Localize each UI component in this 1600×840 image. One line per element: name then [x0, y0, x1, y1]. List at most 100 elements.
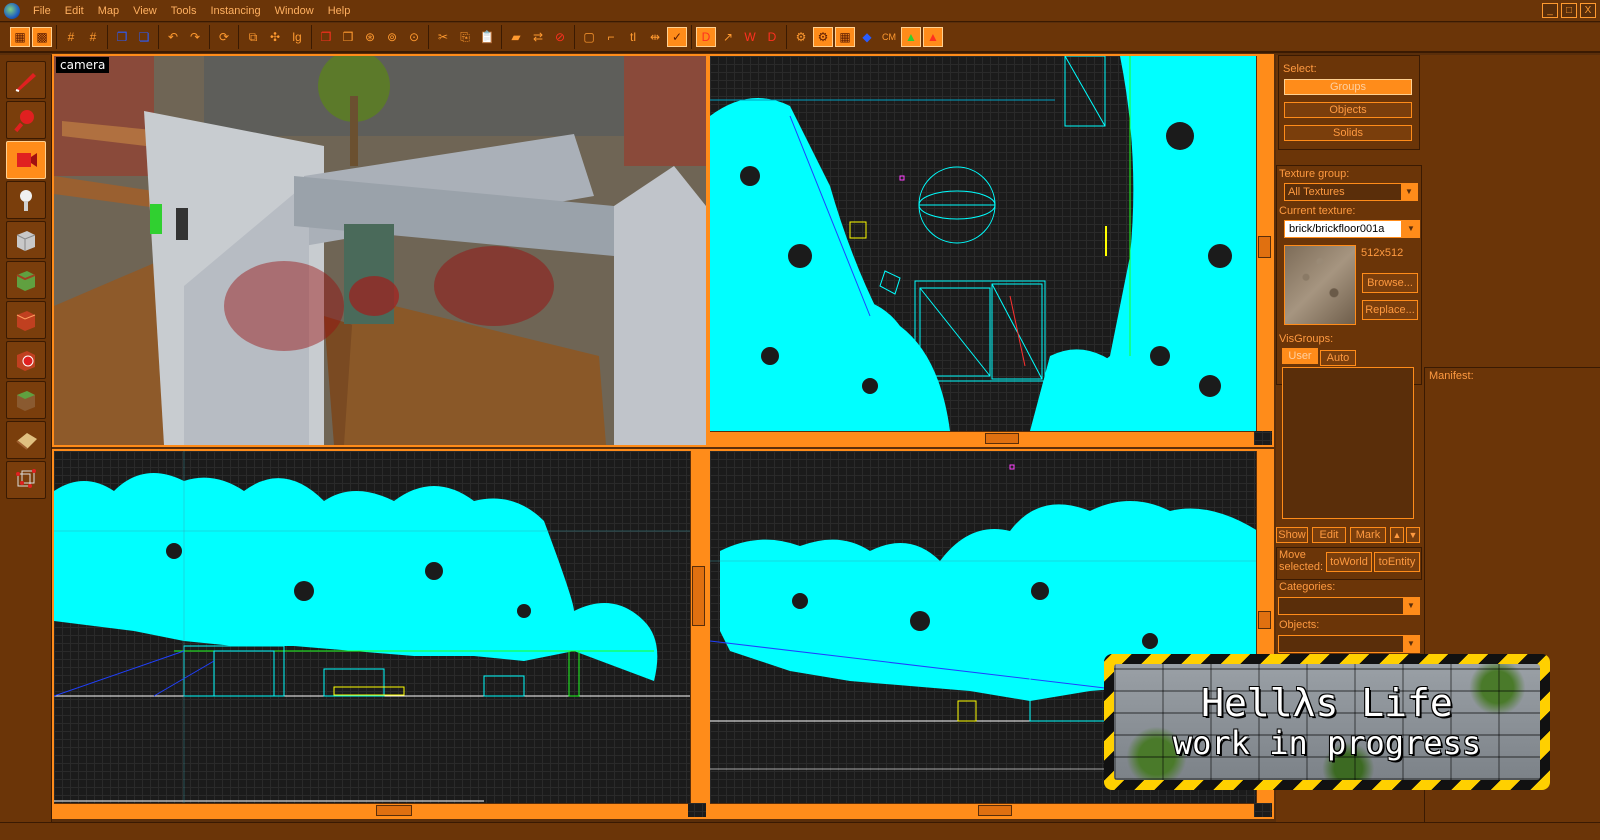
current-texture-dropdown[interactable]: ▼	[1402, 220, 1420, 238]
side-horizontal-scrollbar[interactable]	[710, 803, 1254, 817]
move-up-icon[interactable]: ▲	[1390, 527, 1404, 543]
replace-button[interactable]: Replace...	[1362, 300, 1418, 320]
cm-icon[interactable]: CM	[879, 27, 899, 47]
selection-tool-button[interactable]	[6, 61, 46, 99]
minimize-button[interactable]: _	[1542, 3, 1558, 18]
menu-tools[interactable]: Tools	[164, 5, 204, 17]
texture-lock-icon[interactable]: ▰	[506, 27, 526, 47]
camera-viewport[interactable]: camera	[52, 54, 708, 447]
front-vertical-scrollbar[interactable]	[690, 451, 706, 803]
chevron-down-icon[interactable]: ▼	[1401, 184, 1417, 200]
front-2d-viewport[interactable]	[52, 449, 708, 819]
magnify-tool-button[interactable]	[6, 101, 46, 139]
copy2-icon[interactable]: ⎘	[455, 27, 475, 47]
visgroup-mark-button[interactable]: Mark	[1350, 527, 1386, 543]
decal-tool-button[interactable]	[6, 341, 46, 379]
align-icon[interactable]: ⇹	[645, 27, 665, 47]
stop-icon[interactable]: ⊘	[550, 27, 570, 47]
paste-icon[interactable]: ❏	[134, 27, 154, 47]
chevron-down-icon[interactable]: ▼	[1403, 221, 1419, 237]
select-box-icon[interactable]: ▢	[579, 27, 599, 47]
grid-larger-icon[interactable]: #	[83, 27, 103, 47]
dd-icon[interactable]: D	[696, 27, 716, 47]
current-texture-field[interactable]: brick/brickfloor001a	[1284, 220, 1402, 238]
browse-button[interactable]: Browse...	[1362, 273, 1418, 293]
ungroup-icon[interactable]: ❒	[338, 27, 358, 47]
texture-application-button[interactable]	[6, 261, 46, 299]
tl-icon[interactable]: tl	[623, 27, 643, 47]
clipping-tool-button[interactable]	[6, 421, 46, 459]
load-portalfile-icon[interactable]: ▲	[923, 27, 943, 47]
paste2-icon[interactable]: 📋	[477, 27, 497, 47]
redo-icon[interactable]: ↷	[185, 27, 205, 47]
tie-icon[interactable]: ⊛	[360, 27, 380, 47]
tab-user[interactable]: User	[1282, 348, 1318, 364]
hammer-app-icon[interactable]	[4, 2, 20, 19]
run-map-icon[interactable]: ⚙	[791, 27, 811, 47]
move-down-icon[interactable]: ▼	[1406, 527, 1420, 543]
front-horizontal-scrollbar[interactable]	[54, 803, 688, 817]
block-tool-button[interactable]	[6, 221, 46, 259]
scroll-thumb[interactable]	[978, 805, 1012, 816]
vertex-tool-button[interactable]	[6, 461, 46, 499]
hide-icon[interactable]: ⊙	[404, 27, 424, 47]
dt-icon[interactable]: ↗	[718, 27, 738, 47]
to-world-button[interactable]: toWorld	[1326, 552, 1372, 572]
lg-icon[interactable]: lg	[287, 27, 307, 47]
dr-icon[interactable]: D	[762, 27, 782, 47]
tab-auto[interactable]: Auto	[1320, 350, 1356, 366]
check-icon[interactable]: ▦	[835, 27, 855, 47]
carve-icon[interactable]: ⧉	[243, 27, 263, 47]
chevron-down-icon[interactable]: ▼	[1403, 598, 1419, 614]
menu-edit[interactable]: Edit	[58, 5, 91, 17]
to-entity-button[interactable]: toEntity	[1374, 552, 1420, 572]
select-objects-button[interactable]: Objects	[1284, 102, 1412, 118]
top-horizontal-scrollbar[interactable]	[710, 431, 1254, 445]
menu-map[interactable]: Map	[91, 5, 126, 17]
top-2d-viewport[interactable]	[708, 54, 1274, 447]
scroll-thumb[interactable]	[692, 566, 705, 626]
undo-icon[interactable]: ↶	[163, 27, 183, 47]
apply-texture-button[interactable]	[6, 301, 46, 339]
texture-group-select[interactable]: All Textures ▼	[1284, 183, 1418, 201]
visgroup-edit-button[interactable]: Edit	[1312, 527, 1346, 543]
load-pointfile-icon[interactable]: ▲	[901, 27, 921, 47]
menu-view[interactable]: View	[126, 5, 164, 17]
grid-smaller-icon[interactable]: #	[61, 27, 81, 47]
visgroups-list[interactable]	[1282, 367, 1414, 519]
cut-icon[interactable]: ✂	[433, 27, 453, 47]
menu-help[interactable]: Help	[321, 5, 358, 17]
chevron-down-icon[interactable]: ▼	[1403, 636, 1419, 652]
menu-instancing[interactable]: Instancing	[203, 5, 267, 17]
hollow-icon[interactable]: ✣	[265, 27, 285, 47]
scroll-thumb[interactable]	[1258, 611, 1271, 629]
flip-icon[interactable]: ✓	[667, 27, 687, 47]
scroll-thumb[interactable]	[985, 433, 1019, 444]
entity-report-icon[interactable]: ⚙	[813, 27, 833, 47]
w-icon[interactable]: W	[740, 27, 760, 47]
refresh-icon[interactable]: ⟳	[214, 27, 234, 47]
scroll-thumb[interactable]	[1258, 236, 1271, 258]
objects-select[interactable]: ▼	[1278, 635, 1420, 653]
menu-window[interactable]: Window	[268, 5, 321, 17]
texture-apply-icon[interactable]: ⇄	[528, 27, 548, 47]
group-icon[interactable]: ❒	[316, 27, 336, 47]
overlay-tool-button[interactable]	[6, 381, 46, 419]
grid-3d-icon[interactable]: ▩	[32, 27, 52, 47]
cube-icon[interactable]: ◆	[857, 27, 877, 47]
copy-icon[interactable]: ❐	[112, 27, 132, 47]
categories-select[interactable]: ▼	[1278, 597, 1420, 615]
grid-toggle-icon[interactable]: ▦	[10, 27, 30, 47]
top-vertical-scrollbar[interactable]	[1256, 56, 1272, 431]
select-solids-button[interactable]: Solids	[1284, 125, 1412, 141]
entity-tool-button[interactable]	[6, 181, 46, 219]
move-to-world-icon[interactable]: ⊚	[382, 27, 402, 47]
scroll-thumb[interactable]	[376, 805, 412, 816]
maximize-button[interactable]: □	[1561, 3, 1577, 18]
texture-preview[interactable]	[1284, 245, 1356, 325]
select-icon[interactable]: ⌐	[601, 27, 621, 47]
close-button[interactable]: X	[1580, 3, 1596, 18]
select-groups-button[interactable]: Groups	[1284, 79, 1412, 95]
camera-tool-button[interactable]	[6, 141, 46, 179]
visgroup-show-button[interactable]: Show	[1276, 527, 1308, 543]
